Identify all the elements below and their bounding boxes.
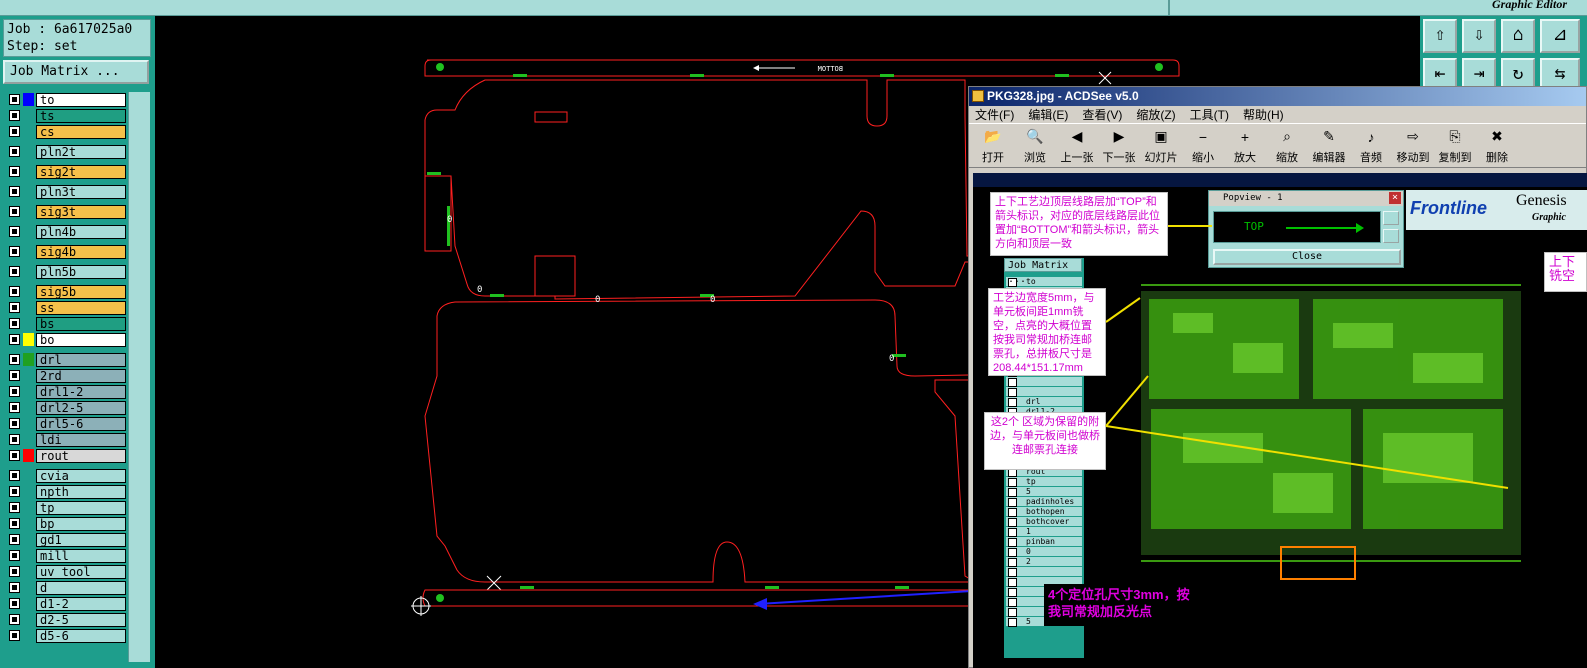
annotation-arrows bbox=[1105, 225, 1509, 489]
